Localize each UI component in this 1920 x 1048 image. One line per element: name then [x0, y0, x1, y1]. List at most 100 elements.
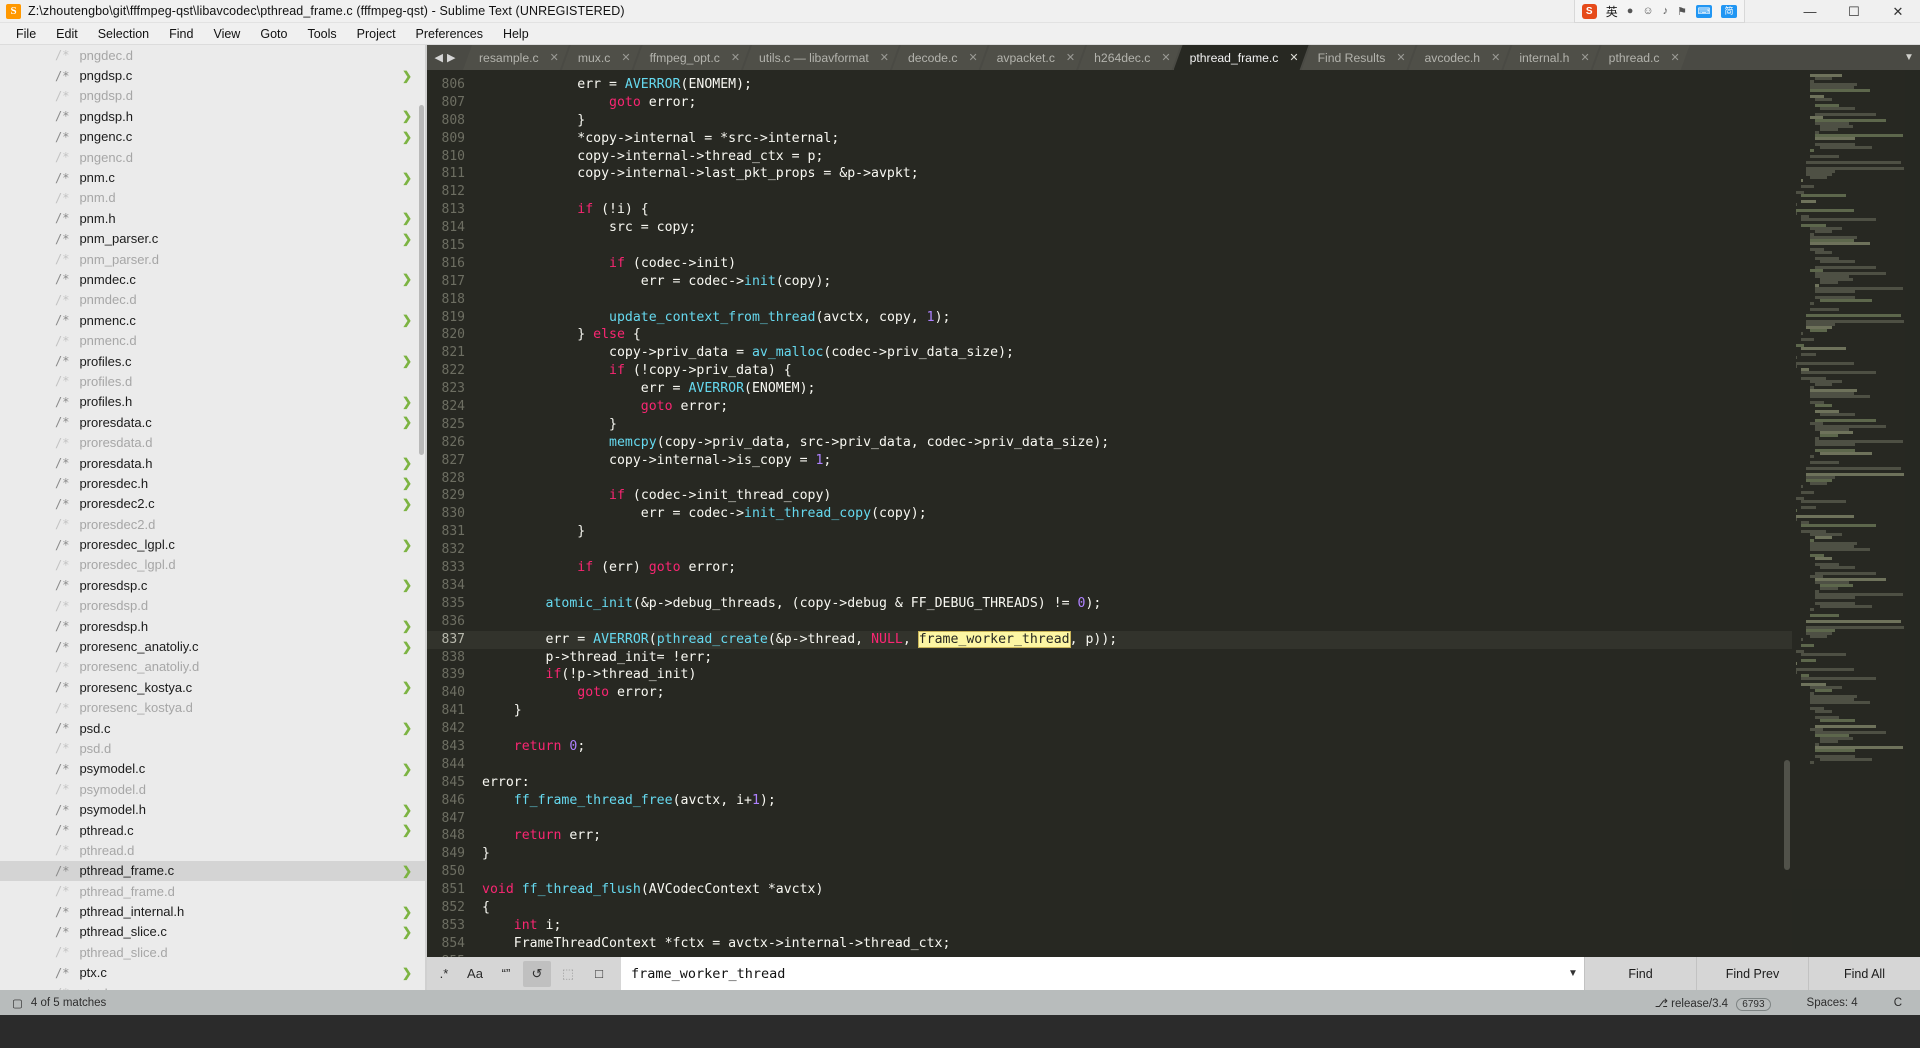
sidebar-item-proresenc-kostya-d[interactable]: /* proresenc_kostya.d: [0, 698, 425, 718]
code-line[interactable]: if (!i) {: [472, 201, 1792, 219]
ime-toolbar[interactable]: S 英 ● ☺ ♪ ⚑ ⌨ 简: [1573, 0, 1745, 23]
code-line[interactable]: if (!copy->priv_data) {: [472, 362, 1792, 380]
sidebar-item-pnm-parser-d[interactable]: /* pnm_parser.d: [0, 249, 425, 269]
search-input[interactable]: [621, 957, 1562, 990]
code-line[interactable]: [472, 720, 1792, 738]
sidebar-item-ptx-c[interactable]: /* ptx.c ❯: [0, 963, 425, 983]
tab-internal-h[interactable]: internal.h ✕: [1503, 45, 1599, 70]
tab-pthread-frame-c[interactable]: pthread_frame.c ✕: [1174, 45, 1309, 70]
code-line[interactable]: return 0;: [472, 738, 1792, 756]
code-line[interactable]: if (codec->init_thread_copy): [472, 487, 1792, 505]
highlight-results-toggle[interactable]: □: [585, 961, 613, 987]
sidebar-item-pthread-slice-c[interactable]: /* pthread_slice.c ❯: [0, 922, 425, 942]
tab-ffmpeg-opt-c[interactable]: ffmpeg_opt.c ✕: [634, 45, 750, 70]
sidebar-item-proresdata-c[interactable]: /* proresdata.c ❯: [0, 412, 425, 432]
code-line[interactable]: int i;: [472, 917, 1792, 935]
tab-pthread-c[interactable]: pthread.c ✕: [1593, 45, 1690, 70]
menu-item-goto[interactable]: Goto: [250, 25, 297, 43]
code-line[interactable]: [472, 953, 1792, 957]
minimap[interactable]: [1792, 70, 1920, 957]
sidebar-item-pngdec-d[interactable]: /* pngdec.d: [0, 45, 425, 65]
git-branch-status[interactable]: ⎇ release/3.4 6793: [1637, 996, 1789, 1011]
code-line[interactable]: [472, 810, 1792, 828]
menu-item-view[interactable]: View: [203, 25, 250, 43]
code-line[interactable]: *copy->internal = *src->internal;: [472, 130, 1792, 148]
sidebar-item-pnm-h[interactable]: /* pnm.h ❯: [0, 208, 425, 228]
code-line[interactable]: }: [472, 845, 1792, 863]
sidebar-item-profiles-d[interactable]: /* profiles.d: [0, 371, 425, 391]
tab-find-results[interactable]: Find Results ✕: [1302, 45, 1416, 70]
code-line[interactable]: err = codec->init(copy);: [472, 273, 1792, 291]
tab-close-icon[interactable]: ✕: [1161, 51, 1170, 64]
code-line[interactable]: memcpy(copy->priv_data, src->priv_data, …: [472, 434, 1792, 452]
sidebar-item-pnmdec-d[interactable]: /* pnmdec.d: [0, 290, 425, 310]
code-line[interactable]: copy->internal->is_copy = 1;: [472, 452, 1792, 470]
code-line[interactable]: atomic_init(&p->debug_threads, (copy->de…: [472, 595, 1792, 613]
code-line[interactable]: } else {: [472, 326, 1792, 344]
tab-avpacket-c[interactable]: avpacket.c ✕: [981, 45, 1085, 70]
code-line[interactable]: p->thread_init= !err;: [472, 649, 1792, 667]
code-line[interactable]: }: [472, 523, 1792, 541]
sidebar-item-proresdsp-c[interactable]: /* proresdsp.c ❯: [0, 575, 425, 595]
sidebar-item-pnm-c[interactable]: /* pnm.c ❯: [0, 167, 425, 187]
sidebar-item-proresdsp-h[interactable]: /* proresdsp.h ❯: [0, 616, 425, 636]
close-button[interactable]: ✕: [1876, 0, 1920, 23]
sidebar-item-pnmenc-c[interactable]: /* pnmenc.c ❯: [0, 310, 425, 330]
sidebar-item-pthread-internal-h[interactable]: /* pthread_internal.h ❯: [0, 901, 425, 921]
sogou-ime-icon[interactable]: S: [1581, 3, 1597, 19]
code-line[interactable]: err = AVERROR(ENOMEM);: [472, 76, 1792, 94]
menu-item-find[interactable]: Find: [159, 25, 203, 43]
find-history-dropdown-icon[interactable]: ▼: [1562, 957, 1584, 990]
code-line[interactable]: src = copy;: [472, 219, 1792, 237]
tab-h264dec-c[interactable]: h264dec.c ✕: [1078, 45, 1180, 70]
sidebar-item-proresenc-anatoliy-c[interactable]: /* proresenc_anatoliy.c ❯: [0, 636, 425, 656]
code-line[interactable]: if (codec->init): [472, 255, 1792, 273]
code-line[interactable]: [472, 470, 1792, 488]
sidebar-item-proresdec-h[interactable]: /* proresdec.h ❯: [0, 473, 425, 493]
code-line[interactable]: copy->priv_data = av_malloc(codec->priv_…: [472, 344, 1792, 362]
wrap-toggle[interactable]: ↺: [523, 960, 551, 987]
code-line[interactable]: copy->internal->last_pkt_props = &p->avp…: [472, 165, 1792, 183]
indentation-status[interactable]: Spaces: 4: [1789, 997, 1876, 1009]
tab-next-icon[interactable]: ▶: [447, 51, 455, 64]
sidebar-item-profiles-h[interactable]: /* profiles.h ❯: [0, 392, 425, 412]
ime-language-toggle[interactable]: 英: [1606, 3, 1618, 20]
code-line[interactable]: if (err) goto error;: [472, 559, 1792, 577]
menu-item-project[interactable]: Project: [347, 25, 406, 43]
sidebar-item-pthread-c[interactable]: /* pthread.c ❯: [0, 820, 425, 840]
ime-music-icon[interactable]: ♪: [1663, 5, 1669, 17]
ime-simplified-icon[interactable]: 简: [1721, 4, 1737, 18]
code-line[interactable]: [472, 613, 1792, 631]
find-button[interactable]: Find: [1584, 957, 1696, 990]
sidebar-item-pnmdec-c[interactable]: /* pnmdec.c ❯: [0, 269, 425, 289]
tab-utils-c-libavformat[interactable]: utils.c — libavformat ✕: [743, 45, 899, 70]
code-line[interactable]: err = AVERROR(pthread_create(&p->thread,…: [472, 630, 1792, 649]
code-line[interactable]: }: [472, 416, 1792, 434]
tab-resample-c[interactable]: resample.c ✕: [463, 45, 569, 70]
tab-close-icon[interactable]: ✕: [1580, 51, 1589, 64]
code-line[interactable]: err = codec->init_thread_copy(copy);: [472, 505, 1792, 523]
sidebar-item-proresdec2-c[interactable]: /* proresdec2.c ❯: [0, 494, 425, 514]
regex-toggle[interactable]: .*: [430, 961, 458, 987]
in-selection-toggle[interactable]: ⬚: [554, 961, 582, 987]
sidebar-item-proresdec-lgpl-d[interactable]: /* proresdec_lgpl.d: [0, 555, 425, 575]
sidebar-item-psd-d[interactable]: /* psd.d: [0, 738, 425, 758]
tab-close-icon[interactable]: ✕: [1396, 51, 1405, 64]
sidebar-item-proresdec2-d[interactable]: /* proresdec2.d: [0, 514, 425, 534]
code-line[interactable]: FrameThreadContext *fctx = avctx->intern…: [472, 935, 1792, 953]
tab-avcodec-h[interactable]: avcodec.h ✕: [1409, 45, 1511, 70]
tab-prev-icon[interactable]: ◀: [435, 51, 443, 64]
code-line[interactable]: [472, 756, 1792, 774]
minimize-button[interactable]: —: [1788, 0, 1832, 23]
code-content[interactable]: err = AVERROR(ENOMEM); goto error; } *co…: [472, 70, 1792, 957]
sidebar-item-pnm-parser-c[interactable]: /* pnm_parser.c ❯: [0, 229, 425, 249]
ime-smiley-icon[interactable]: ☺: [1642, 5, 1653, 17]
sidebar-item-psymodel-c[interactable]: /* psymodel.c ❯: [0, 759, 425, 779]
code-line[interactable]: goto error;: [472, 94, 1792, 112]
sidebar-item-pngenc-d[interactable]: /* pngenc.d: [0, 147, 425, 167]
code-line[interactable]: goto error;: [472, 398, 1792, 416]
sidebar-item-pngdsp-h[interactable]: /* pngdsp.h ❯: [0, 106, 425, 126]
sidebar-item-proresdata-h[interactable]: /* proresdata.h ❯: [0, 453, 425, 473]
tab-decode-c[interactable]: decode.c ✕: [892, 45, 988, 70]
code-line[interactable]: void ff_thread_flush(AVCodecContext *avc…: [472, 881, 1792, 899]
